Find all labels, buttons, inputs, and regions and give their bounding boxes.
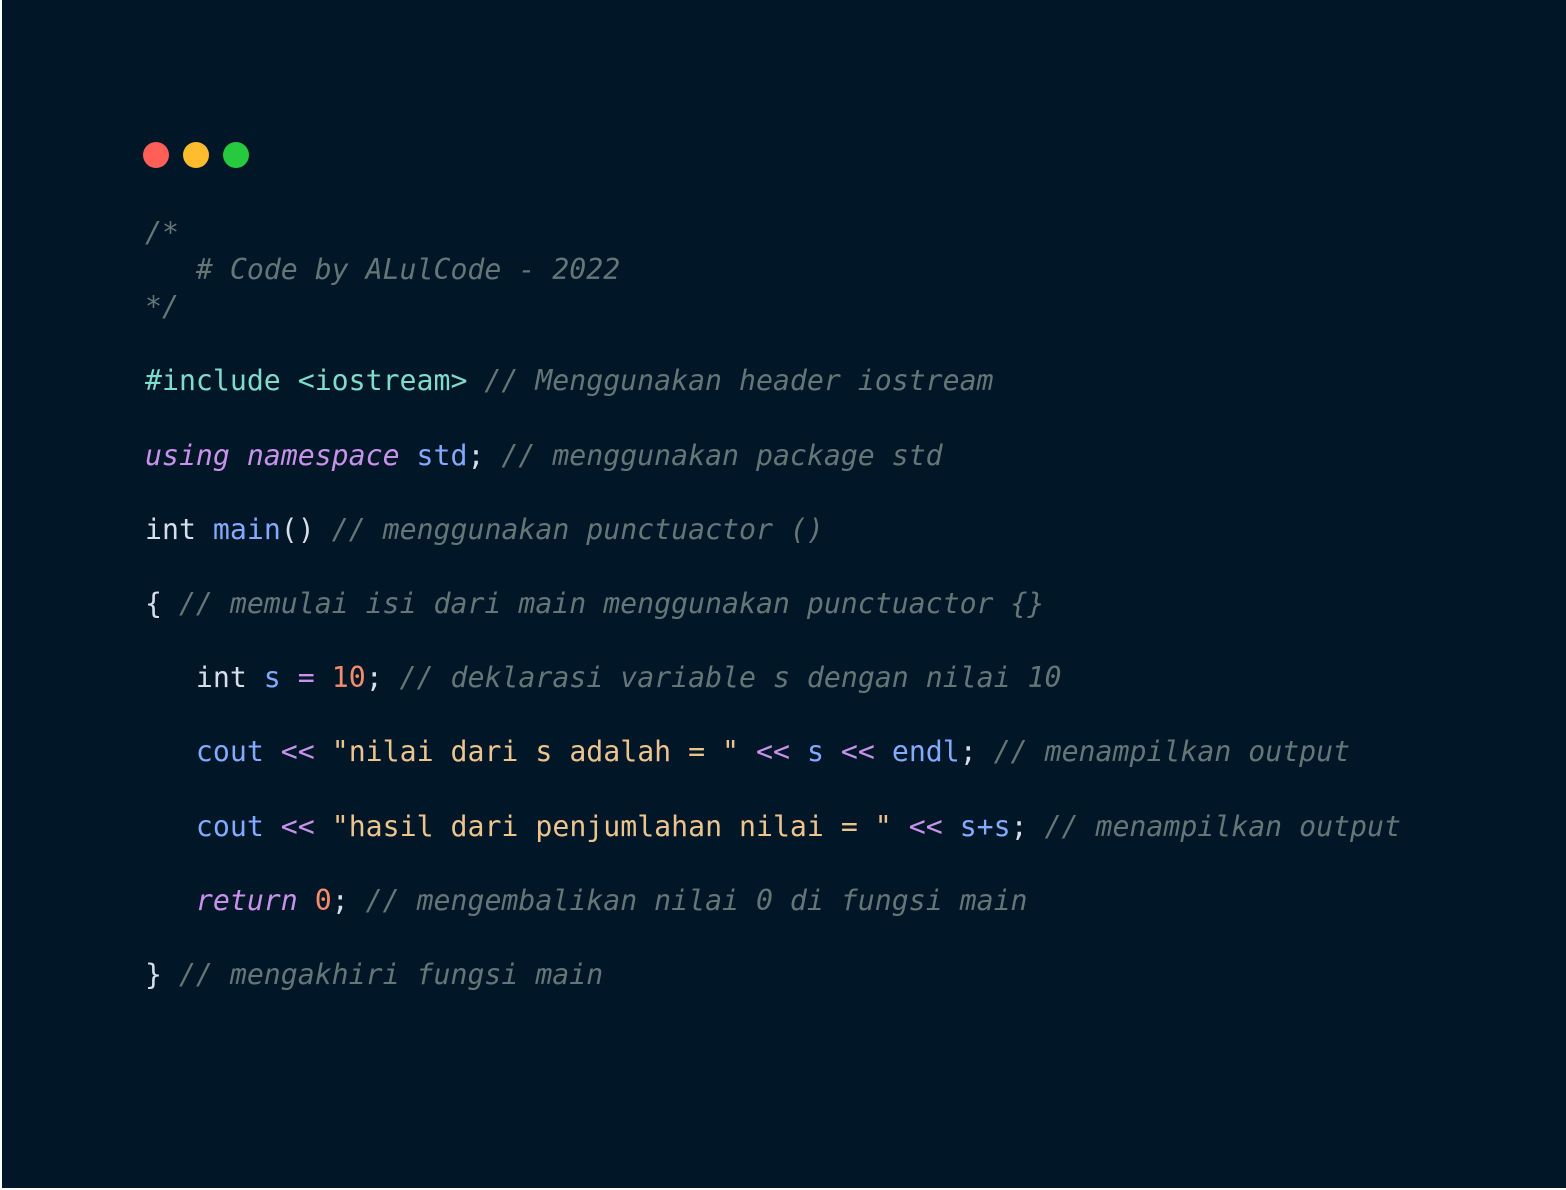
code-line: # Code by ALulCode - 2022 <box>145 251 1401 288</box>
code-token-type: int <box>145 661 264 695</box>
code-token-identifier: s <box>263 661 281 695</box>
code-window: /* # Code by ALulCode - 2022 */ #include … <box>2 0 1566 1188</box>
code-token-keyword: = <box>297 661 315 695</box>
code-line: using namespace std; // menggunakan pack… <box>145 437 1401 474</box>
code-token-keyword: << <box>280 735 315 769</box>
code-token-plain: { <box>145 586 179 620</box>
code-token-keyword: << <box>840 735 875 769</box>
code-token-identifier: main <box>212 512 281 546</box>
code-token-comment: // mengakhiri fungsi main <box>178 957 604 991</box>
code-token-number: 0 <box>314 883 332 917</box>
code-token-comment: // deklarasi variable s dengan nilai 10 <box>399 661 1062 695</box>
code-line: */ <box>145 288 1401 325</box>
minimize-dot-icon[interactable] <box>183 142 209 168</box>
code-token-identifier: s+s <box>959 809 1011 843</box>
code-token-identifier: std <box>416 438 468 472</box>
code-token-identifier: cout <box>195 809 264 843</box>
code-token-string: "nilai dari s adalah = " <box>331 735 740 769</box>
maximize-dot-icon[interactable] <box>223 142 249 168</box>
code-line: /* <box>145 214 1401 251</box>
code-token-keyword: << <box>908 809 943 843</box>
code-line: int main() // menggunakan punctuactor () <box>145 511 1401 548</box>
code-token-plain: ; <box>331 883 366 917</box>
code-token-type: int <box>145 512 196 546</box>
code-token-keyword: using namespace <box>145 438 400 472</box>
code-token-comment: // mengembalikan nilai 0 di fungsi main <box>365 883 1028 917</box>
code-token-comment: // menampilkan output <box>1044 809 1401 843</box>
code-token-plain: ; <box>467 438 502 472</box>
code-token-comment: // memulai isi dari main menggunakan pun… <box>178 586 1045 620</box>
code-line: return 0; // mengembalikan nilai 0 di fu… <box>145 882 1401 919</box>
code-token-plain: } <box>145 957 179 991</box>
code-token-comment: */ <box>145 290 179 324</box>
code-token-comment: // Menggunakan header iostream <box>484 364 994 398</box>
code-token-identifier: endl <box>891 735 960 769</box>
code-token-number: 10 <box>331 661 366 695</box>
code-token-comment: # Code by ALulCode - 2022 <box>145 253 621 287</box>
code-line: cout << "hasil dari penjumlahan nilai = … <box>145 808 1401 845</box>
code-token-identifier: cout <box>195 735 264 769</box>
code-token-comment: // menampilkan output <box>993 735 1351 769</box>
code-token-comment: // menggunakan package std <box>501 438 943 472</box>
code-token-string: "hasil dari penjumlahan nilai = " <box>331 809 892 843</box>
window-controls <box>143 142 249 168</box>
code-line: cout << "nilai dari s adalah = " << s <<… <box>145 733 1401 770</box>
code-line: } // mengakhiri fungsi main <box>145 956 1401 993</box>
code-line: #include <iostream> // Menggunakan heade… <box>145 362 1401 399</box>
code-line: { // memulai isi dari main menggunakan p… <box>145 585 1401 622</box>
code-token-keyword: << <box>280 809 315 843</box>
code-token-comment: /* <box>145 216 179 249</box>
code-token-identifier: s <box>806 735 824 769</box>
code-token-preprocessor: #include <iostream> <box>145 364 468 398</box>
close-dot-icon[interactable] <box>143 142 169 168</box>
code-token-keyword: << <box>756 735 790 769</box>
code-token-plain: ; <box>365 661 400 695</box>
code-token-keyword: return <box>195 883 298 917</box>
code-line: int s = 10; // deklarasi variable s deng… <box>145 659 1401 696</box>
code-token-plain: () <box>280 512 332 546</box>
code-token-plain: ; <box>1010 809 1045 843</box>
code-token-plain: ; <box>959 735 994 769</box>
code-block: /* # Code by ALulCode - 2022 */ #include … <box>145 214 1401 993</box>
code-token-comment: // menggunakan punctuactor () <box>331 512 824 546</box>
